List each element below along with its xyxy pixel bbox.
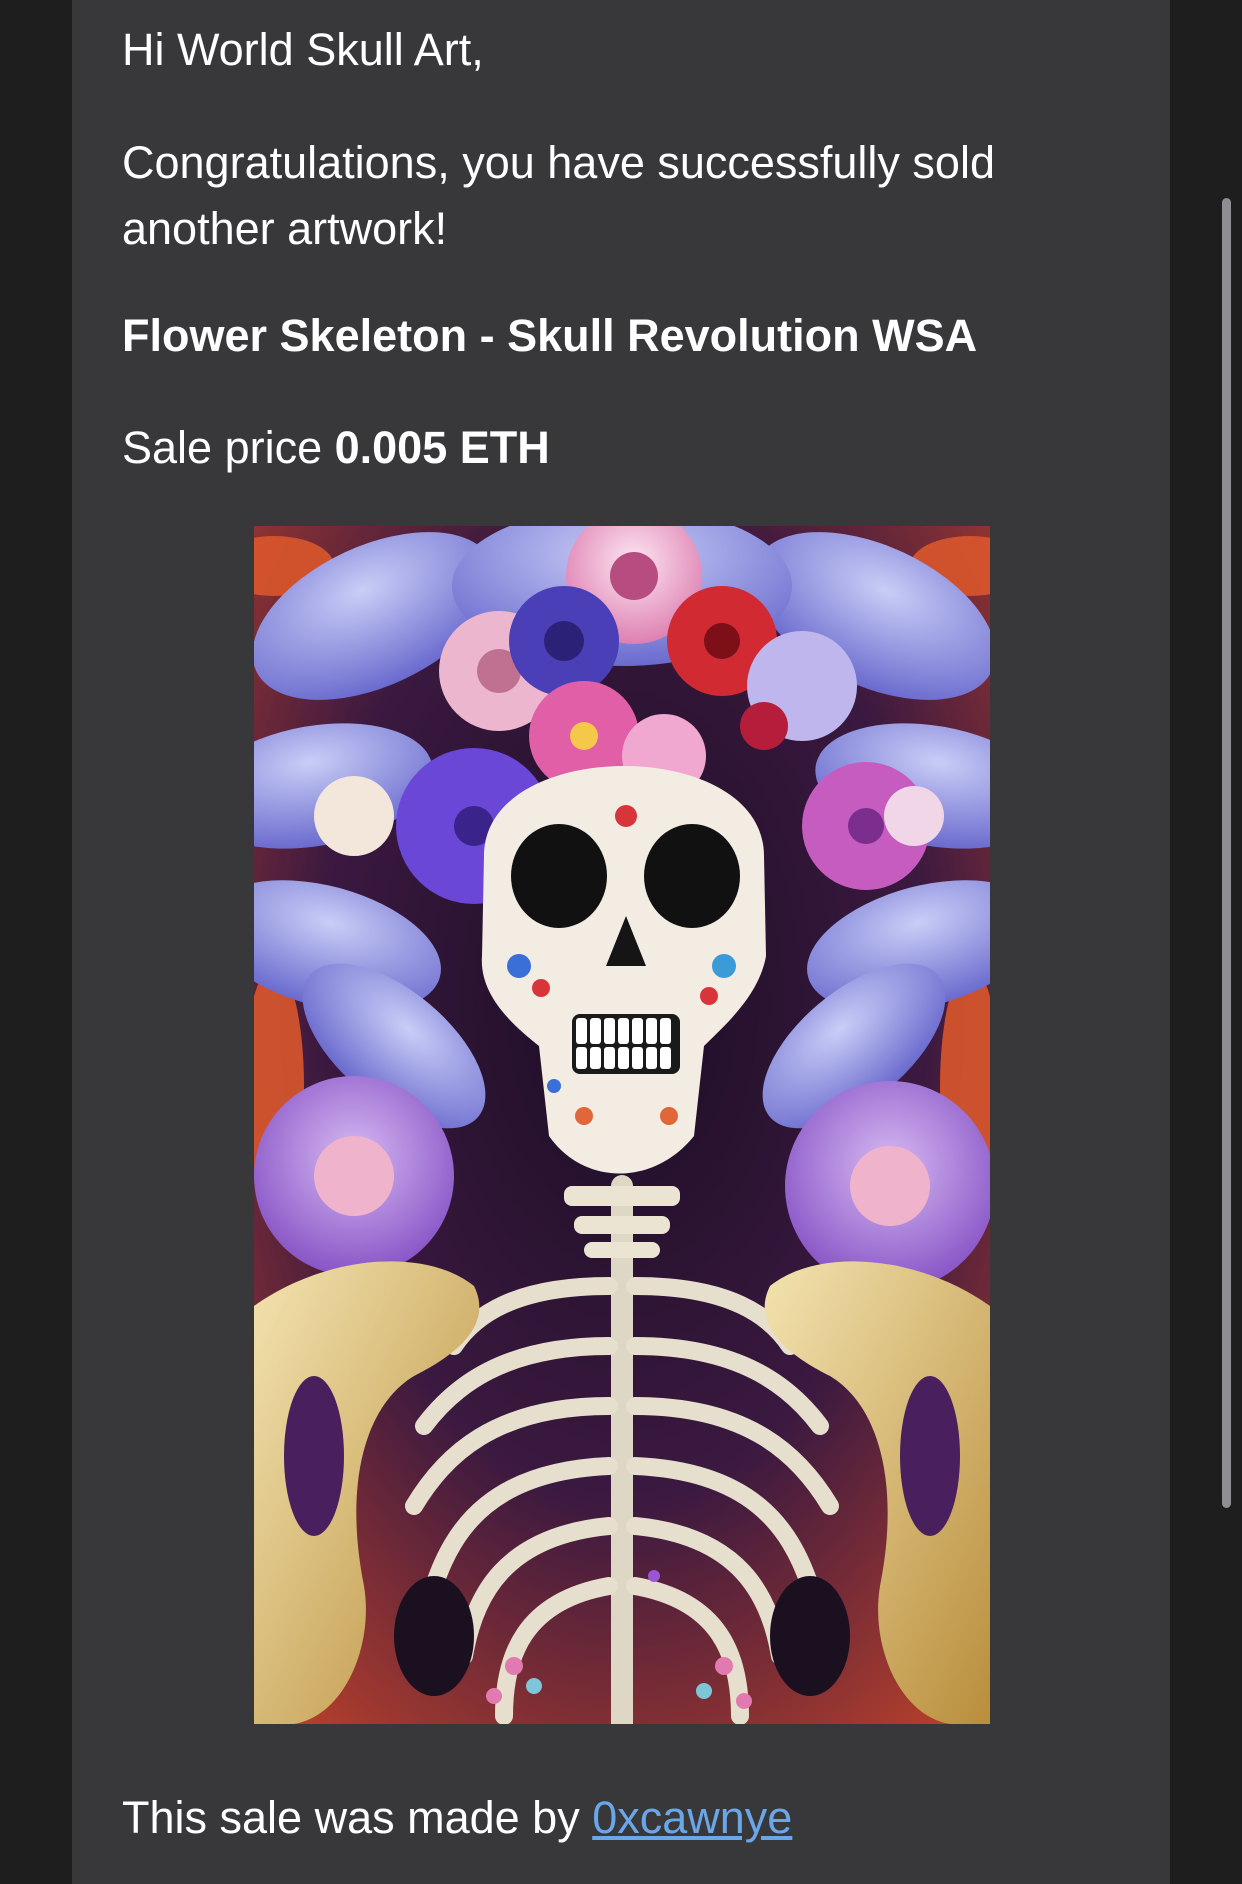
sale-price: Sale price 0.005 ETH xyxy=(122,420,550,476)
email-body: Hi World Skull Art, Congratulations, you… xyxy=(72,0,1170,1884)
sale-price-label: Sale price xyxy=(122,422,323,473)
sale-price-value: 0.005 ETH xyxy=(334,422,550,473)
congratulations-text: Congratulations, you have successfully s… xyxy=(122,137,995,254)
seller-line: This sale was made by 0xcawnye xyxy=(122,1790,792,1846)
scrollbar[interactable] xyxy=(1222,198,1231,1508)
artwork-title: Flower Skeleton - Skull Revolution WSA xyxy=(122,310,978,361)
artwork-image[interactable] xyxy=(254,526,990,1724)
seller-link[interactable]: 0xcawnye xyxy=(592,1792,792,1843)
greeting-text: Hi World Skull Art, xyxy=(122,24,484,75)
seller-prefix: This sale was made by xyxy=(122,1792,580,1843)
